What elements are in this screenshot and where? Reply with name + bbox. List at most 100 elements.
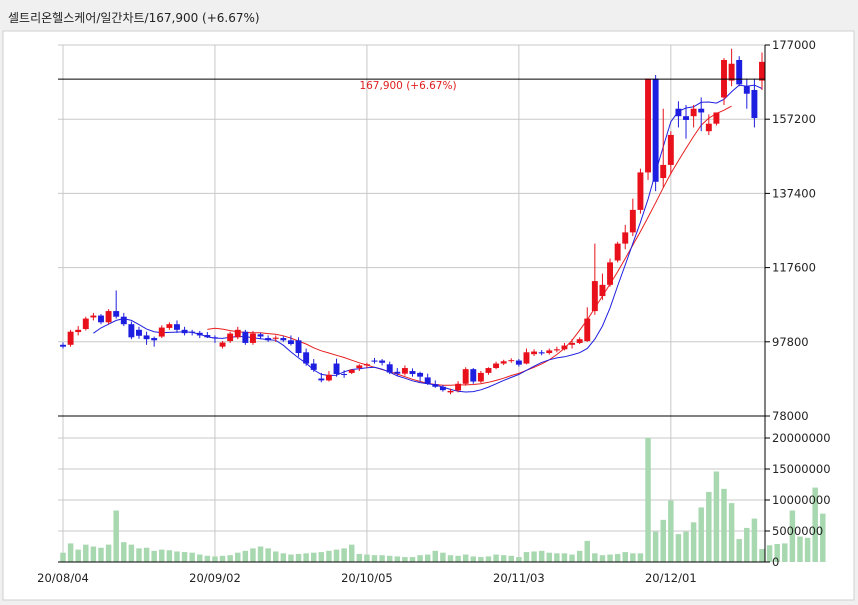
candle-down (409, 371, 416, 375)
candle-down (143, 335, 150, 340)
volume-bar (751, 518, 758, 562)
volume-bar (364, 554, 370, 562)
candle-up (363, 364, 370, 366)
candle-down (265, 338, 272, 341)
candle-up (500, 361, 507, 364)
volume-bar (728, 503, 735, 562)
volume-bar (736, 539, 742, 562)
candle-up (325, 374, 332, 381)
candle-down (98, 315, 104, 323)
volume-bar (394, 556, 401, 562)
volume-bar (478, 557, 484, 562)
candle-down (295, 340, 302, 354)
volume-bar (561, 553, 568, 562)
candle-up (629, 209, 636, 233)
volume-bar (759, 548, 765, 562)
volume-bar (265, 548, 271, 562)
volume-bar (235, 552, 241, 562)
volume-bar (614, 553, 621, 562)
candle-down (196, 332, 203, 336)
volume-bar (576, 550, 583, 562)
volume-bar (409, 557, 416, 562)
candle-up (166, 324, 173, 328)
candle-down (120, 316, 127, 325)
volume-bar (516, 557, 522, 562)
candle-down (113, 311, 120, 317)
candle-down (470, 369, 477, 382)
candle-down (751, 89, 758, 119)
volume-bar (569, 554, 575, 562)
candle-down (303, 352, 310, 364)
volume-bar (227, 555, 233, 562)
volume-bar (166, 550, 173, 562)
candle-up (705, 123, 712, 132)
candle-down (60, 344, 66, 347)
candle-down (698, 108, 705, 113)
volume-bar (310, 552, 317, 562)
volume-bar (151, 550, 157, 562)
volume-bar (417, 555, 423, 562)
volume-bar (318, 552, 325, 562)
candle-down (736, 59, 743, 85)
candle-up (637, 172, 644, 210)
candle-up (508, 360, 515, 362)
volume-bar (584, 540, 590, 562)
candle-up (90, 315, 97, 318)
candle-down (318, 378, 325, 381)
volume-bar (242, 550, 249, 562)
candle-down (379, 360, 386, 363)
candle-up (759, 61, 765, 81)
volume-bar (113, 510, 119, 562)
volume-bar (637, 553, 644, 562)
price-tick-label: 97800 (772, 335, 809, 349)
candle-down (683, 116, 689, 120)
candle-down (136, 329, 142, 336)
volume-bar (303, 553, 309, 562)
candle-down (417, 372, 424, 377)
volume-bar (713, 471, 720, 562)
volume-bar (295, 553, 302, 562)
candle-up (348, 369, 355, 373)
volume-bar (371, 555, 378, 562)
volume-bar (379, 555, 385, 562)
candle-up (546, 350, 553, 354)
candle-down (287, 340, 294, 345)
volume-bar (804, 537, 811, 562)
candle-down (424, 377, 431, 384)
candle-up (584, 318, 591, 342)
volume-bar (531, 551, 537, 562)
volume-bar (67, 543, 74, 562)
volume-bar (645, 438, 651, 562)
volume-tick-label: 5000000 (772, 524, 823, 538)
volume-bar (333, 549, 340, 562)
volume-bar (288, 554, 294, 562)
date-tick-label: 20/09/02 (189, 571, 241, 585)
volume-bar (554, 553, 560, 562)
volume-bar (485, 556, 492, 562)
volume-bar (75, 549, 81, 562)
candle-down (189, 331, 196, 333)
candle-down (432, 384, 439, 387)
candle-up (249, 333, 256, 343)
candle-up (493, 363, 500, 369)
candle-down (211, 337, 218, 339)
candle-up (523, 352, 530, 364)
candle-up (158, 327, 165, 337)
candlestick-chart: 177000 157200 137400 117600 97800 78000 20000… (2, 30, 855, 601)
volume-tick-label: 20000000 (772, 431, 831, 445)
candle-down (128, 324, 135, 338)
candle-up (477, 372, 484, 382)
volume-bar (797, 536, 803, 562)
candle-down (242, 331, 249, 343)
volume-bar (607, 554, 613, 562)
candle-up (531, 351, 538, 355)
volume-bar (219, 555, 226, 562)
volume-bar (690, 522, 697, 562)
candle-up (105, 311, 112, 323)
volume-bar (698, 507, 704, 562)
volume-bar (204, 555, 211, 562)
candle-down (652, 78, 659, 182)
volume-bar (136, 548, 142, 562)
volume-bar (721, 488, 727, 562)
candle-down (310, 363, 317, 370)
